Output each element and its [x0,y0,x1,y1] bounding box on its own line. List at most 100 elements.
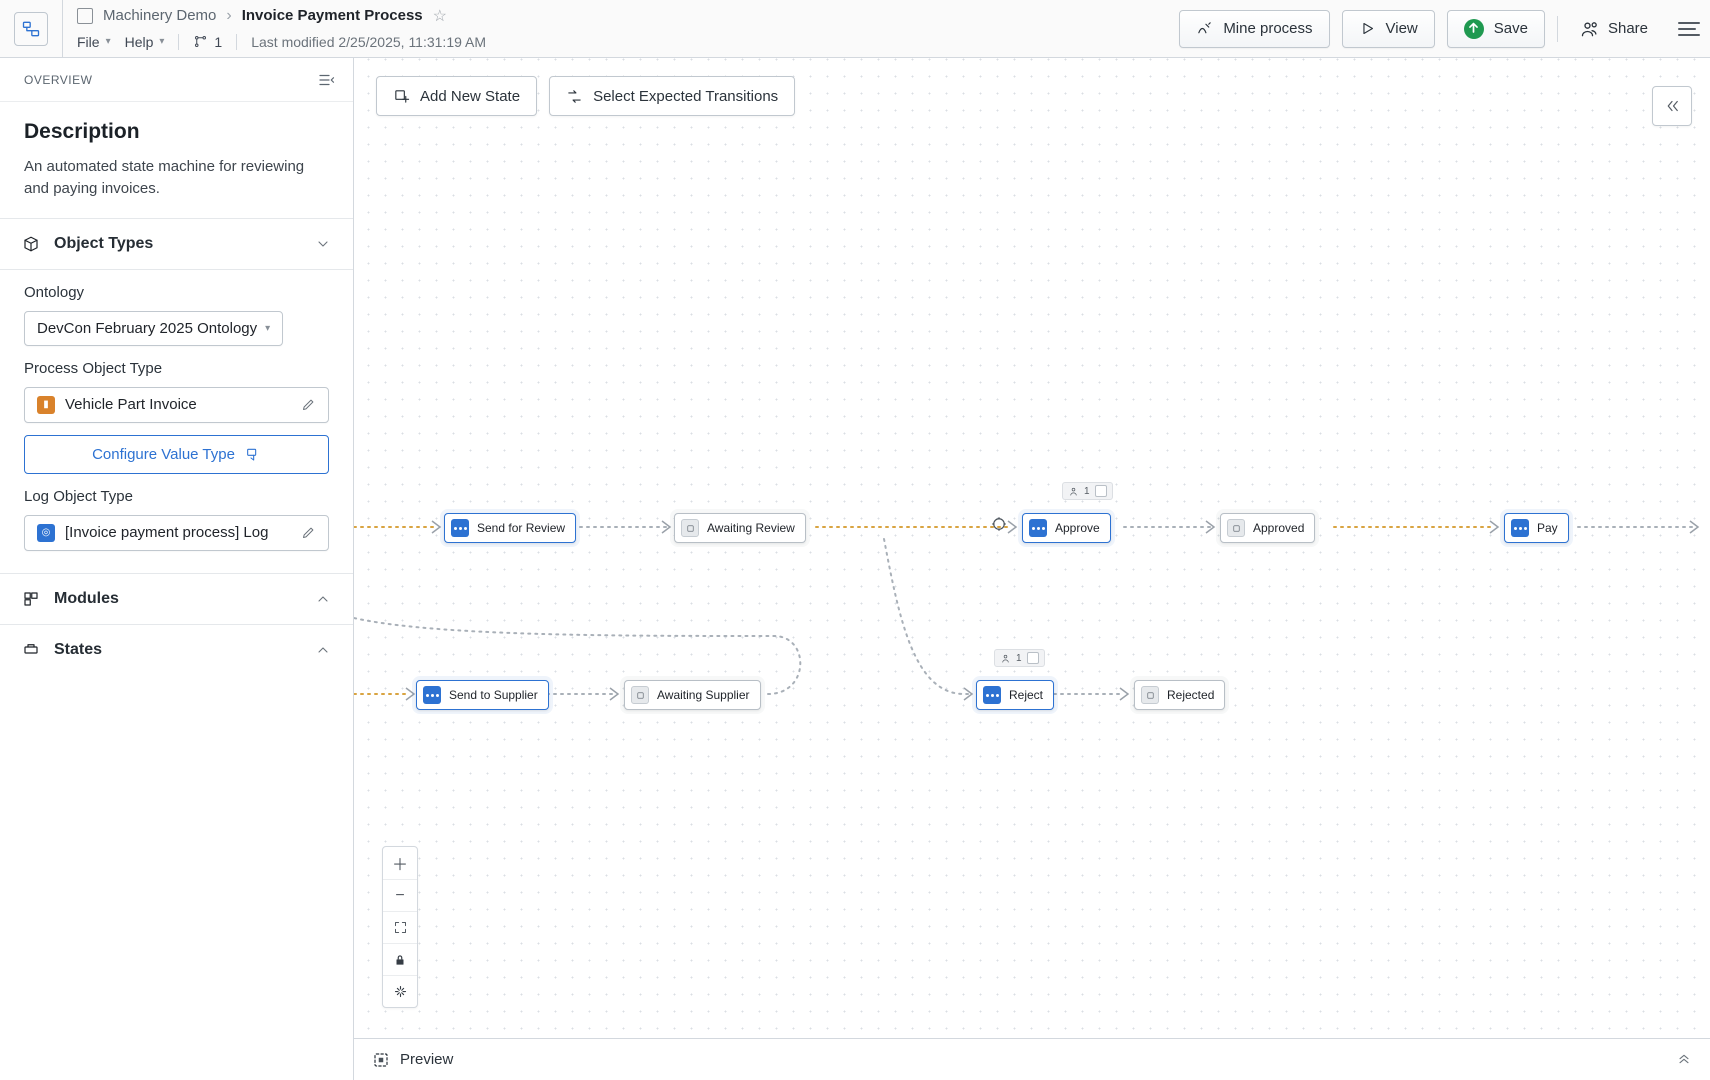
select-expected-transitions-label: Select Expected Transitions [593,88,778,105]
save-button[interactable]: Save [1447,10,1545,48]
divider [178,34,179,50]
transition-badge[interactable]: 1 [1062,482,1113,500]
ontology-selector[interactable]: DevCon February 2025 Ontology ▾ [24,311,283,346]
action-icon [451,519,469,537]
description-heading: Description [24,120,329,144]
node-rejected[interactable]: Rejected [1134,680,1225,710]
caret-down-icon: ▾ [106,36,111,47]
badge-count: 1 [1084,486,1090,497]
preview-toggle[interactable]: Preview [372,1051,453,1069]
share-button-label: Share [1608,20,1648,37]
zoom-fit-button[interactable] [383,911,417,943]
node-send-to-supplier[interactable]: Send to Supplier [416,680,549,710]
action-icon [1511,519,1529,537]
sidebar: OVERVIEW Description An automated state … [0,58,354,1080]
share-button[interactable]: Share [1570,10,1658,48]
node-awaiting-review[interactable]: Awaiting Review [674,513,806,543]
node-awaiting-supplier[interactable]: Awaiting Supplier [624,680,761,710]
configure-value-type-button[interactable]: Configure Value Type [24,435,329,474]
upload-icon [1464,19,1484,39]
state-icon [1141,686,1159,704]
modules-header[interactable]: Modules [0,574,353,625]
view-button-label: View [1386,20,1418,37]
zoom-controls: ＋ − [382,846,418,1008]
lock-view-button[interactable] [383,943,417,975]
sidebar-collapse-icon[interactable] [317,71,335,89]
recenter-button[interactable] [383,975,417,1007]
mine-icon [1196,20,1213,37]
node-label: Awaiting Review [707,521,795,535]
log-type-icon: ◎ [37,524,55,542]
process-object-type-selector[interactable]: ▮ Vehicle Part Invoice [24,387,329,423]
expand-preview-icon[interactable] [1676,1052,1692,1068]
divider [236,34,237,50]
node-send-for-review[interactable]: Send for Review [444,513,576,543]
preview-bar: Preview [354,1038,1710,1080]
node-approved[interactable]: Approved [1220,513,1315,543]
badge-box-icon [1095,485,1107,497]
breadcrumb-separator-icon: › [226,7,231,25]
preview-label: Preview [400,1051,453,1068]
node-label: Awaiting Supplier [657,688,750,702]
log-object-type-label: Log Object Type [24,488,329,505]
process-canvas[interactable]: Add New State Select Expected Transition… [354,58,1710,1038]
states-label: States [54,641,102,659]
log-object-type-value: [Invoice payment process] Log [65,524,268,541]
zoom-in-button[interactable]: ＋ [383,847,417,879]
last-modified: Last modified 2/25/2025, 11:31:19 AM [251,34,486,50]
cursor-indicator-icon [990,515,1008,533]
states-icon [22,641,40,659]
more-menu-icon[interactable] [1670,14,1692,44]
node-label: Approved [1253,521,1304,535]
cube-icon [22,235,40,253]
canvas-area: Add New State Select Expected Transition… [354,58,1710,1080]
chevron-up-icon [315,642,331,658]
node-pay[interactable]: Pay [1504,513,1569,543]
action-icon [983,686,1001,704]
node-approve[interactable]: Approve [1022,513,1111,543]
states-header[interactable]: States [0,625,353,675]
log-object-type-selector[interactable]: ◎ [Invoice payment process] Log [24,515,329,551]
zoom-out-button[interactable]: − [383,879,417,911]
state-icon [631,686,649,704]
mine-process-button[interactable]: Mine process [1179,10,1329,48]
view-button[interactable]: View [1342,10,1435,48]
edit-icon[interactable] [301,525,316,540]
chevron-down-icon [315,236,331,252]
help-menu[interactable]: Help ▾ [125,34,165,50]
person-icon [1000,653,1011,664]
transitions-icon [566,88,583,105]
description-section: Description An automated state machine f… [0,102,353,219]
file-menu[interactable]: File ▾ [77,34,111,50]
chevron-double-left-icon [1663,97,1681,115]
ontology-label: Ontology [24,284,329,301]
node-label: Rejected [1167,688,1214,702]
right-panel-toggle[interactable] [1652,86,1692,126]
transition-badge[interactable]: 1 [994,649,1045,667]
preview-icon [372,1051,390,1069]
divider [1557,16,1558,42]
branch-icon [193,34,208,49]
process-object-type-label: Process Object Type [24,360,329,377]
edit-icon[interactable] [301,397,316,412]
save-button-label: Save [1494,20,1528,37]
node-label: Send to Supplier [449,688,538,702]
favorite-star-icon[interactable]: ☆ [433,6,447,26]
breadcrumb: Machinery Demo › Invoice Payment Process… [77,4,1179,28]
edges-layer [354,58,1710,1038]
node-reject[interactable]: Reject [976,680,1054,710]
configure-value-type-label: Configure Value Type [92,446,235,463]
object-types-header[interactable]: Object Types [0,219,353,270]
object-types-body: Ontology DevCon February 2025 Ontology ▾… [0,270,353,574]
add-new-state-button[interactable]: Add New State [376,76,537,116]
sidebar-overview-label: OVERVIEW [24,73,92,87]
breadcrumb-parent[interactable]: Machinery Demo [103,7,216,24]
chevron-up-icon [315,591,331,607]
app-logo[interactable] [0,0,63,57]
node-label: Approve [1055,521,1100,535]
action-icon [1029,519,1047,537]
person-icon [1068,486,1079,497]
select-expected-transitions-button[interactable]: Select Expected Transitions [549,76,795,116]
branch-indicator[interactable]: 1 [193,34,222,50]
state-icon [681,519,699,537]
